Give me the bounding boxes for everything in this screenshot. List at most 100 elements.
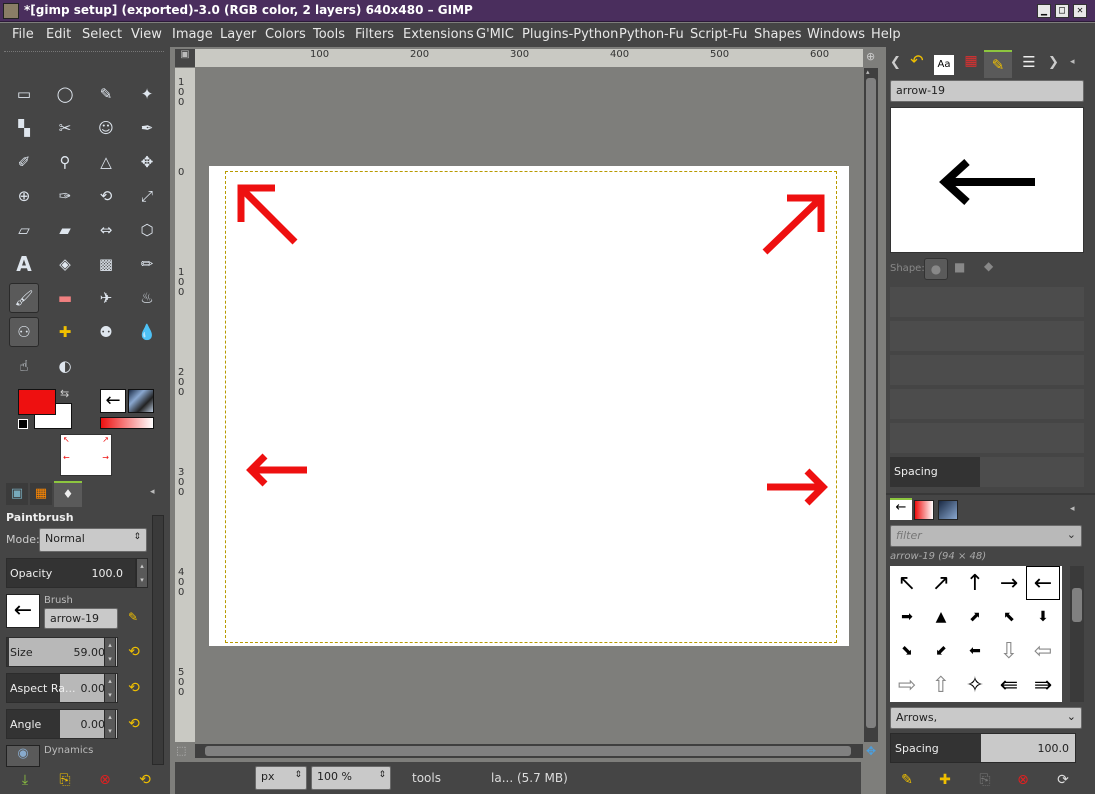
zoom-on-resize-icon[interactable]: ⊕	[866, 50, 875, 63]
menu-python-fu[interactable]: Python-Fu	[619, 27, 684, 42]
menu-script-fu[interactable]: Script-Fu	[690, 27, 747, 42]
duplicate-brush-icon[interactable]: ⎘	[974, 769, 996, 791]
unit-select[interactable]: px ⇕	[255, 766, 307, 790]
lower-dock-menu-icon[interactable]: ◂	[1070, 504, 1075, 514]
ruler-corner[interactable]: ▣	[175, 49, 195, 67]
shape-circle-button[interactable]: ●	[924, 258, 948, 280]
active-pattern-icon[interactable]	[128, 389, 154, 413]
tab-fonts[interactable]: Aa	[934, 55, 954, 75]
minimize-button[interactable]: ▁	[1037, 4, 1051, 18]
new-brush-icon[interactable]: ✚	[934, 769, 956, 791]
move-icon[interactable]: ✥	[134, 149, 160, 175]
eraser-icon[interactable]: ▬	[52, 285, 78, 311]
brush-cell[interactable]: ⬅	[958, 634, 992, 668]
brush-grid[interactable]: ↖ ↗ ↑ → ← ➡ ▲ ⬈ ⬉ ⬇ ⬊ ⬋ ⬅ ⇩ ⇦ ⇨ ⇧ ✧ ⇚ ⇛	[890, 566, 1062, 702]
flip-icon[interactable]: ⇔	[93, 217, 119, 243]
menu-plugins-python[interactable]: Plugins-Python	[522, 27, 618, 42]
color-select-icon[interactable]: ▚	[11, 115, 37, 141]
top-ruler[interactable]: 100 200 300 400 500 600	[195, 49, 863, 67]
tab-device-status[interactable]: ▣	[6, 483, 28, 505]
save-tool-preset-icon[interactable]: ⤓	[14, 769, 36, 791]
pencil-icon[interactable]: ✏	[134, 251, 160, 277]
navigate-icon[interactable]: ✥	[866, 744, 876, 758]
left-ruler[interactable]: 100 0 100 200 300 400 500	[175, 68, 195, 742]
size-reset-icon[interactable]: ⟲	[124, 642, 144, 662]
menu-image[interactable]: Image	[172, 27, 213, 42]
tab-brushes-lower[interactable]: ←	[890, 498, 912, 520]
brush-cell[interactable]: ↑	[958, 566, 992, 600]
align-icon[interactable]: ⊕	[11, 183, 37, 209]
tab-layers[interactable]: ☰	[1016, 53, 1042, 75]
tab-brushes[interactable]: ✎	[984, 50, 1012, 78]
free-select-icon[interactable]: ✎	[93, 81, 119, 107]
opacity-spin[interactable]: ▴ ▾	[136, 558, 148, 588]
ink-icon[interactable]: ♨	[134, 285, 160, 311]
default-colors-icon[interactable]	[18, 419, 28, 429]
dock-right-arrow[interactable]: ❯	[1048, 55, 1059, 70]
text-icon[interactable]: A	[11, 251, 37, 277]
close-button[interactable]: ✕	[1073, 4, 1087, 18]
brush-grid-scrollbar[interactable]	[1070, 566, 1084, 702]
brush-cell[interactable]: ▲	[924, 600, 958, 634]
paintbrush-icon[interactable]: 🖌	[9, 283, 39, 313]
menu-gmic[interactable]: G'MIC	[476, 27, 514, 42]
zoom-icon[interactable]: ⚲	[52, 149, 78, 175]
brush-name-display[interactable]: arrow-19	[890, 80, 1084, 102]
tab-channels[interactable]: ▦	[960, 53, 982, 75]
tab-palettes[interactable]: ▦	[30, 483, 52, 505]
brush-cell[interactable]: ↖	[890, 566, 924, 600]
brush-cell[interactable]: ⬋	[924, 634, 958, 668]
brush-cell[interactable]: ⇧	[924, 668, 958, 702]
brush-tag-select[interactable]: Arrows, ⌄	[890, 707, 1082, 729]
dynamics-button[interactable]: ◉	[6, 745, 40, 767]
scissors-icon[interactable]: ✂	[52, 115, 78, 141]
foreground-select-icon[interactable]: ☺	[93, 115, 119, 141]
aspect-reset-icon[interactable]: ⟲	[124, 678, 144, 698]
menu-filters[interactable]: Filters	[355, 27, 394, 42]
spacing-slider[interactable]: Spacing	[890, 457, 1084, 487]
edit-brush-icon[interactable]: ✎	[128, 610, 138, 624]
tab-patterns[interactable]	[938, 500, 958, 520]
fuzzy-select-icon[interactable]: ✦	[134, 81, 160, 107]
tab-tool-options[interactable]: ♦	[54, 481, 82, 507]
brush-cell[interactable]: ←	[1026, 566, 1060, 600]
reset-tool-options-icon[interactable]: ⟲	[134, 769, 156, 791]
scale-icon[interactable]: ⤢	[134, 183, 160, 209]
active-brush-icon[interactable]: ←	[100, 389, 126, 413]
menu-file[interactable]: File	[12, 27, 34, 42]
size-spin[interactable]: ▴ ▾	[104, 637, 116, 667]
brush-cell[interactable]: ✧	[958, 668, 992, 702]
menu-layer[interactable]: Layer	[220, 27, 256, 42]
opacity-slider[interactable]: Opacity 100.0	[6, 558, 136, 588]
brush-preview-button[interactable]: ←	[6, 594, 40, 628]
bucket-fill-icon[interactable]: ◈	[52, 251, 78, 277]
edit-brush-button-icon[interactable]: ✎	[896, 769, 918, 791]
menu-windows[interactable]: Windows	[807, 27, 865, 42]
angle-spin[interactable]: ▴ ▾	[104, 709, 116, 739]
heal-icon[interactable]: ✚	[52, 319, 78, 345]
menu-edit[interactable]: Edit	[46, 27, 71, 42]
size-slider[interactable]: Size 59.00	[6, 637, 118, 667]
clone-icon[interactable]: ⚇	[9, 317, 39, 347]
airbrush-icon[interactable]: ✈	[93, 285, 119, 311]
restore-tool-preset-icon[interactable]: ⎘	[54, 769, 76, 791]
shape-square-button[interactable]: ■	[954, 260, 965, 274]
brush-cell[interactable]: ⬉	[992, 600, 1026, 634]
blur-icon[interactable]: 💧	[134, 319, 160, 345]
brush-cell[interactable]: ⬈	[958, 600, 992, 634]
menu-help[interactable]: Help	[871, 27, 901, 42]
menu-view[interactable]: View	[131, 27, 162, 42]
shape-diamond-button[interactable]: ◆	[984, 259, 993, 273]
tool-options-scrollbar[interactable]	[152, 515, 164, 765]
menu-tools[interactable]: Tools	[313, 27, 345, 42]
maximize-button[interactable]: □	[1055, 4, 1069, 18]
brush-cell[interactable]: ⇚	[992, 668, 1026, 702]
aspect-spin[interactable]: ▴ ▾	[104, 673, 116, 703]
perspective-clone-icon[interactable]: ⚉	[93, 319, 119, 345]
quick-mask-icon[interactable]: ⬚	[176, 744, 186, 757]
brush-cell[interactable]: ⇩	[992, 634, 1026, 668]
measure-icon[interactable]: △	[93, 149, 119, 175]
image-preview-thumbnail[interactable]: ↖ ↗ ← →	[60, 434, 112, 476]
dodge-burn-icon[interactable]: ◐	[52, 353, 78, 379]
refresh-brushes-icon[interactable]: ⟳	[1052, 769, 1074, 791]
